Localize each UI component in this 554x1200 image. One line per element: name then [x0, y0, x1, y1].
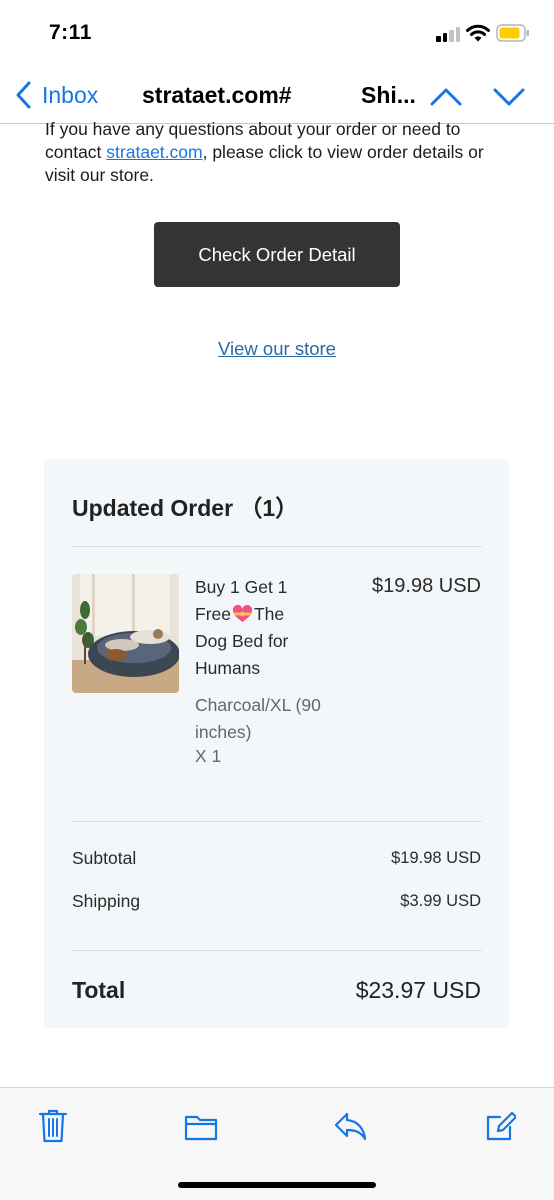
product-name: Buy 1 Get 1 Free The Dog Bed for Humans: [195, 577, 289, 678]
check-order-detail-button[interactable]: Check Order Detail: [154, 222, 400, 287]
product-quantity: X 1: [195, 746, 222, 766]
compose-icon[interactable]: [484, 1108, 516, 1144]
chevron-left-icon: [16, 81, 31, 109]
divider: [72, 821, 482, 822]
store-link-row: View our store: [0, 338, 554, 360]
product-price: $19.98 USD: [372, 575, 481, 597]
home-indicator[interactable]: [178, 1182, 376, 1188]
heart-with-ribbon-emoji: [232, 605, 252, 623]
reply-icon[interactable]: [333, 1108, 367, 1144]
back-label: Inbox: [42, 81, 99, 108]
total-value: $23.97 USD: [355, 977, 481, 1003]
trash-icon[interactable]: [37, 1108, 69, 1144]
intro-paragraph: If you have any questions about your ord…: [45, 118, 515, 187]
order-title: Updated Order （1）: [72, 495, 299, 521]
shipping-value: $3.99 USD: [400, 892, 481, 910]
chevron-up-icon[interactable]: [428, 82, 464, 110]
email-subject-tail: Shi...: [361, 82, 416, 108]
cellular-signal-icon: [436, 27, 462, 42]
folder-icon[interactable]: [184, 1108, 218, 1144]
back-to-inbox-button[interactable]: Inbox: [14, 80, 98, 110]
product-variant: Charcoal/XL (90 inches): [195, 695, 321, 742]
email-subject: strataet.com#: [142, 82, 292, 108]
total-label: Total: [72, 977, 126, 1003]
view-store-link[interactable]: View our store: [218, 338, 336, 359]
dog-bed-product-image: [72, 574, 179, 693]
order-summary-card: Updated Order （1） Buy 1 Get 1 Free The Do…: [44, 459, 509, 1028]
chevron-down-icon[interactable]: [491, 82, 527, 110]
divider: [72, 950, 482, 951]
subtotal-value: $19.98 USD: [391, 849, 481, 867]
status-time: 7:11: [49, 21, 92, 44]
mail-screen: 7:11 Inbox strataet.com# Shi... If you h…: [0, 0, 554, 1200]
shipping-label: Shipping: [72, 891, 141, 911]
subtotal-label: Subtotal: [72, 848, 137, 868]
store-domain-link[interactable]: strataet.com: [106, 142, 202, 162]
mail-nav-bar: Inbox strataet.com# Shi...: [0, 66, 554, 124]
divider: [72, 546, 482, 547]
wifi-icon: [466, 24, 490, 42]
status-bar: 7:11: [0, 0, 554, 66]
battery-low-icon: [496, 24, 529, 42]
